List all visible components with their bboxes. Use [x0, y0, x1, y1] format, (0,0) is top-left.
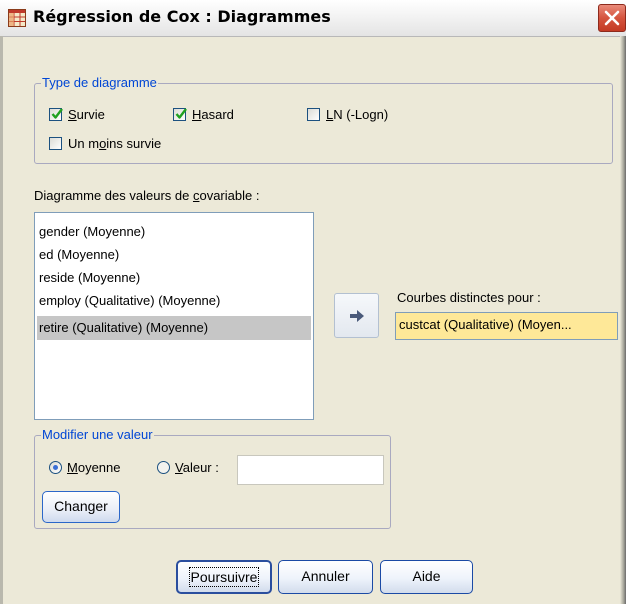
survival-label: Survie: [68, 107, 105, 122]
survival-checkbox[interactable]: Survie: [49, 107, 105, 122]
help-button[interactable]: Aide: [380, 560, 473, 594]
covariates-list[interactable]: gender (Moyenne) ed (Moyenne) reside (Mo…: [34, 212, 314, 420]
value-label: Valeur :: [175, 460, 219, 475]
list-item[interactable]: gender (Moyenne): [37, 221, 311, 243]
one-minus-survival-label: Un moins survie: [68, 136, 162, 151]
survival-checkbox-box[interactable]: [49, 108, 63, 121]
cancel-button[interactable]: Annuler: [278, 560, 373, 594]
one-minus-survival-checkbox[interactable]: Un moins survie: [49, 136, 161, 151]
change-value-legend: Modifier une valeur: [41, 427, 154, 442]
dialog-title: Régression de Cox : Diagrammes: [33, 7, 331, 26]
change-button[interactable]: Changer: [42, 491, 120, 523]
list-item-selected[interactable]: retire (Qualitative) (Moyenne): [37, 316, 311, 340]
plot-type-group: Type de diagramme Survie Hasard LN (-Log…: [34, 75, 613, 164]
title-bar[interactable]: Régression de Cox : Diagrammes: [0, 0, 626, 37]
checkmark-icon: [175, 108, 187, 119]
separate-lines-field[interactable]: custcat (Qualitative) (Moyen...: [395, 312, 618, 340]
value-input[interactable]: [237, 455, 384, 485]
hazard-label: Hasard: [192, 107, 234, 122]
separate-lines-label: Courbes distinctes pour :: [397, 290, 541, 305]
value-radio-dot[interactable]: [157, 461, 170, 474]
window-border-right: [620, 36, 626, 604]
covariates-label: Diagramme des valeurs de covariable :: [34, 188, 260, 203]
one-minus-survival-checkbox-box[interactable]: [49, 137, 62, 150]
window-border-left: [0, 36, 3, 604]
change-value-group: Modifier une valeur Moyenne Valeur : Cha…: [34, 427, 391, 529]
mean-radio-dot[interactable]: [49, 461, 62, 474]
ln-label: LN (-Logn): [326, 107, 389, 122]
hazard-checkbox-box[interactable]: [173, 108, 187, 121]
continue-button[interactable]: Poursuivre: [176, 560, 272, 594]
mean-radio[interactable]: Moyenne: [49, 460, 121, 475]
list-item[interactable]: employ (Qualitative) (Moyenne): [37, 290, 311, 312]
ln-checkbox[interactable]: LN (-Logn): [307, 107, 388, 122]
spss-dialog-icon: [8, 9, 26, 27]
ln-checkbox-box[interactable]: [307, 108, 320, 121]
plot-type-legend: Type de diagramme: [41, 75, 158, 90]
checkmark-icon: [51, 108, 63, 119]
continue-button-label: Poursuivre: [188, 567, 260, 587]
mean-label: Moyenne: [67, 460, 121, 475]
arrow-right-icon: [350, 310, 364, 322]
close-icon: [604, 10, 620, 26]
hazard-checkbox[interactable]: Hasard: [173, 107, 234, 122]
move-to-separate-lines-button[interactable]: [334, 293, 379, 338]
cox-plots-dialog: Régression de Cox : Diagrammes Type de d…: [0, 0, 626, 604]
list-item[interactable]: ed (Moyenne): [37, 244, 311, 266]
value-radio[interactable]: Valeur :: [157, 460, 219, 475]
close-button[interactable]: [598, 4, 626, 32]
list-item[interactable]: reside (Moyenne): [37, 267, 311, 289]
